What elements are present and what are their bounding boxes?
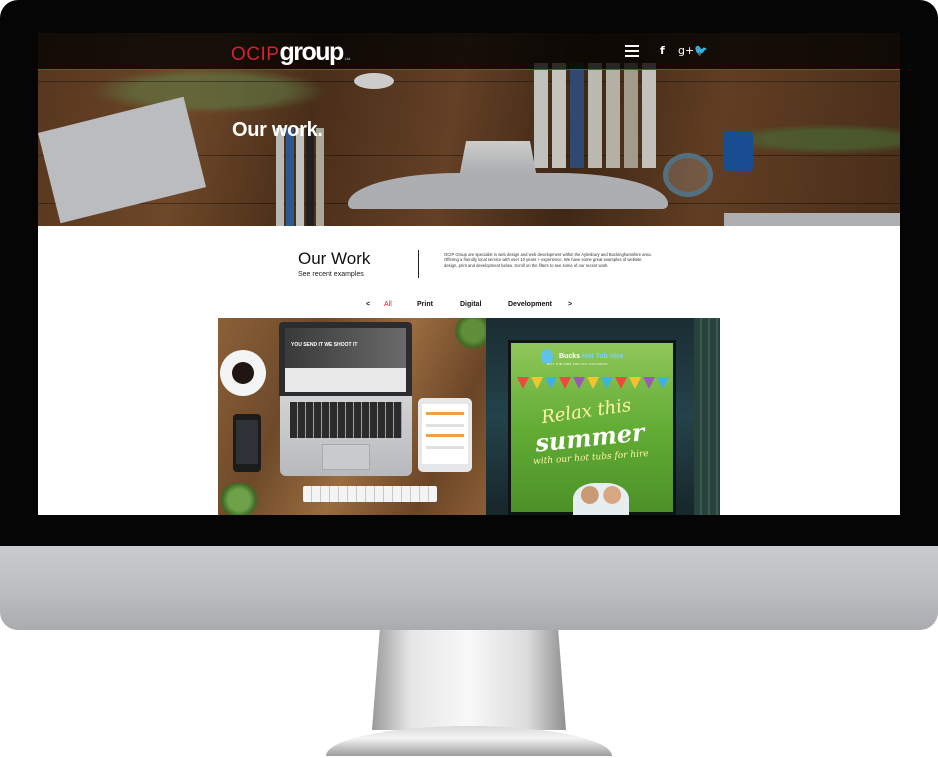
- filter-all[interactable]: All: [384, 301, 392, 308]
- coffee-mug-image: [220, 350, 266, 396]
- filter-print[interactable]: Print: [417, 301, 433, 308]
- website-screen: OCIP group Ltd f g+ 🐦 Our work. Our Work…: [38, 33, 900, 515]
- poster-photo: [573, 483, 629, 515]
- tablet-mockup: [418, 398, 472, 472]
- mockup-hero-text: YOU SEND IT WE SHOOT IT: [291, 342, 358, 348]
- google-plus-icon[interactable]: g+: [678, 43, 694, 59]
- hamburger-menu-icon[interactable]: [625, 45, 639, 57]
- logo-ocip-text: OCIP: [231, 44, 280, 65]
- laptop-keyboard-mockup: [280, 396, 412, 476]
- logo-group-text: group: [279, 38, 344, 66]
- window-background: [694, 318, 720, 515]
- top-navbar: OCIP group Ltd f g+ 🐦: [38, 33, 900, 70]
- section-divider: [418, 250, 419, 278]
- plant-image: [454, 318, 486, 350]
- monitor-stand: [372, 630, 566, 730]
- portfolio-item-poster[interactable]: Bucks Hot Tub Hire HOT TUB HIRE FOR ANY …: [486, 318, 720, 515]
- keyboard-image: [303, 486, 437, 502]
- logo-suffix: Ltd: [344, 56, 351, 61]
- monitor-chin: [0, 546, 938, 630]
- filter-prev-arrow[interactable]: <: [366, 301, 370, 308]
- poster-tagline: HOT TUB HIRE FOR ANY OCCASION: [547, 362, 608, 366]
- filter-digital[interactable]: Digital: [460, 301, 481, 308]
- hero-title: Our work.: [232, 119, 323, 141]
- hot-tub-poster: Bucks Hot Tub Hire HOT TUB HIRE FOR ANY …: [508, 340, 676, 515]
- laptop-screen-mockup: YOU SEND IT WE SHOOT IT: [279, 322, 412, 396]
- plant-image: [218, 483, 260, 515]
- hero-banner: OCIP group Ltd f g+ 🐦 Our work.: [38, 33, 900, 226]
- filter-development[interactable]: Development: [508, 301, 552, 308]
- section-title: Our Work: [298, 249, 371, 268]
- filter-next-arrow[interactable]: >: [568, 301, 572, 308]
- section-subtitle: See recent examples: [298, 271, 364, 278]
- ocip-group-logo[interactable]: OCIP group Ltd: [231, 37, 350, 67]
- portfolio-item-website[interactable]: YOU SEND IT WE SHOOT IT: [218, 318, 486, 515]
- section-description: OCIP Group are specialist in web design …: [444, 252, 652, 268]
- portfolio-filters: < All Print Digital Development >: [358, 301, 578, 313]
- monitor-stand-base: [326, 726, 612, 756]
- bunting-decoration: [517, 377, 671, 395]
- twitter-icon[interactable]: 🐦: [694, 43, 708, 59]
- facebook-icon[interactable]: f: [660, 43, 665, 59]
- poster-brand: Bucks Hot Tub Hire: [559, 353, 624, 360]
- phone-mockup: [233, 414, 261, 472]
